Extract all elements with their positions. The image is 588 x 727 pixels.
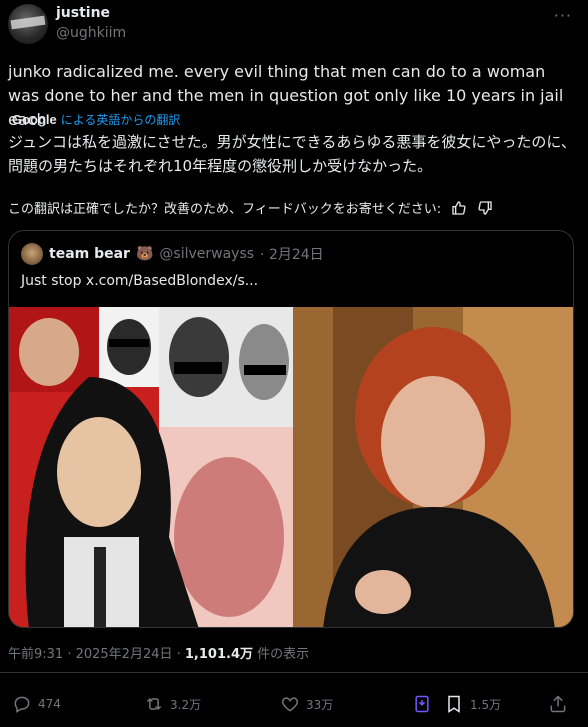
author-handle[interactable]: @ughkiim bbox=[56, 25, 126, 41]
bookmark-button[interactable]: 1.5万 bbox=[444, 690, 501, 718]
action-bar: 474 3.2万 33万 1.5万 bbox=[0, 690, 588, 720]
reply-button[interactable]: 474 bbox=[12, 690, 61, 718]
translation-feedback: この翻訳は正確でしたか？改善のため、フィードバックをお寄せください: bbox=[8, 198, 493, 217]
quoted-tweet-text: Just stop x.com/BasedBlondex/s... bbox=[21, 273, 259, 289]
reply-count: 474 bbox=[38, 697, 61, 711]
quoted-media[interactable] bbox=[9, 307, 573, 627]
tweet-header: justine @ughkiim ··· bbox=[8, 4, 576, 44]
reply-icon bbox=[14, 696, 30, 713]
quoted-author-handle: @silverwayss bbox=[159, 246, 255, 262]
translation-attribution: Google による英語からの翻訳 bbox=[12, 111, 180, 128]
share-icon bbox=[550, 695, 566, 713]
quoted-date: · 2月24日 bbox=[260, 247, 324, 263]
repost-icon bbox=[146, 697, 162, 711]
quoted-author-name: team bear bbox=[49, 246, 130, 262]
divider bbox=[0, 672, 588, 673]
like-button[interactable]: 33万 bbox=[280, 690, 333, 718]
repost-count: 3.2万 bbox=[170, 697, 202, 712]
translation-link[interactable]: による英語からの翻訳 bbox=[61, 113, 181, 127]
thumbs-down-icon[interactable] bbox=[477, 200, 493, 216]
like-icon bbox=[281, 697, 299, 712]
more-icon[interactable]: ··· bbox=[554, 6, 572, 25]
author-display-name[interactable]: justine bbox=[56, 5, 110, 21]
view-count: 1,101.4万 bbox=[184, 647, 253, 662]
quoted-tweet-header: team bear 🐻 @silverwayss · 2月24日 bbox=[21, 243, 324, 265]
tweet-meta: 午前9:31 · 2025年2月24日 · 1,101.4万 件の表示 bbox=[8, 643, 309, 662]
thumbs-up-icon[interactable] bbox=[451, 200, 467, 216]
share-button[interactable] bbox=[548, 690, 568, 718]
portrait-image[interactable] bbox=[293, 307, 573, 627]
tweet-time[interactable]: 午前9:31 · 2025年2月24日 · bbox=[8, 647, 185, 662]
grok-button[interactable] bbox=[412, 690, 432, 718]
portrait-illustration bbox=[293, 307, 573, 627]
view-label: 件の表示 bbox=[253, 647, 310, 662]
collage-illustration bbox=[9, 307, 293, 627]
google-logo: Google bbox=[12, 112, 57, 127]
bear-emoji: 🐻 bbox=[135, 246, 154, 262]
feedback-prompt: この翻訳は正確でしたか？改善のため、フィードバックをお寄せください: bbox=[8, 202, 442, 217]
bookmark-icon bbox=[448, 695, 460, 713]
quoted-author-avatar bbox=[21, 243, 43, 265]
bookmark-count: 1.5万 bbox=[470, 697, 502, 712]
repost-button[interactable]: 3.2万 bbox=[144, 690, 201, 718]
translated-text: ジュンコは私を過激にさせた。男が女性にできるあらゆる悪事を彼女にやったのに、問題… bbox=[8, 133, 576, 175]
grok-icon bbox=[415, 695, 429, 713]
like-count: 33万 bbox=[306, 697, 334, 712]
quoted-tweet[interactable]: team bear 🐻 @silverwayss · 2月24日 Just st… bbox=[8, 230, 574, 628]
author-avatar[interactable] bbox=[8, 4, 48, 44]
collage-image[interactable] bbox=[9, 307, 293, 627]
